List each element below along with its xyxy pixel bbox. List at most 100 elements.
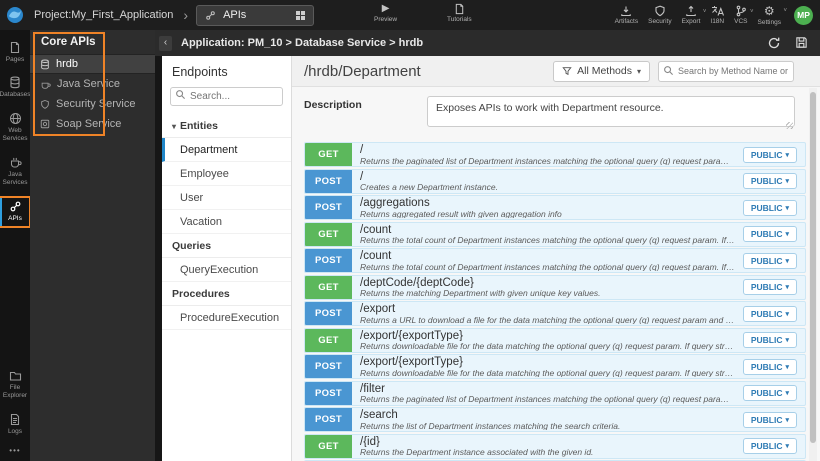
more-button[interactable]: •••	[9, 446, 20, 455]
endpoints-search-input[interactable]	[170, 87, 283, 106]
api-row[interactable]: POST / Creates a new Department instance…	[304, 168, 806, 194]
sidebar-item-logs[interactable]: Logs	[1, 411, 29, 439]
access-dropdown[interactable]: PUBLIC ▾	[742, 305, 797, 322]
vcs-button[interactable]: ˅ VCS	[734, 5, 754, 25]
api-row[interactable]: GET /{id} Returns the Department instanc…	[304, 433, 806, 459]
endpoint-item[interactable]: User	[162, 186, 291, 210]
chevron-down-icon: ˅	[749, 9, 754, 15]
method-badge: POST	[305, 249, 352, 272]
sidebar-item-java-services[interactable]: Java Services	[1, 154, 29, 191]
method-badge: POST	[305, 196, 352, 219]
api-row[interactable]: GET /count Returns the total count of De…	[304, 221, 806, 247]
artifacts-button[interactable]: Artifacts	[615, 5, 638, 25]
endpoint-item[interactable]: Vacation	[162, 210, 291, 234]
section-header[interactable]: ▾ Procedures	[162, 282, 291, 306]
api-icon	[10, 201, 20, 212]
shield-icon	[655, 5, 665, 17]
translate-icon	[711, 6, 724, 16]
shield-icon	[41, 99, 49, 109]
export-button[interactable]: ˅ Export	[682, 5, 706, 25]
security-button[interactable]: Security	[648, 5, 672, 25]
methods-filter-dropdown[interactable]: All Methods ▾	[553, 60, 650, 82]
save-icon[interactable]	[795, 36, 808, 49]
endpoints-section: ▾ Queries QueryExecution	[162, 234, 291, 282]
soap-icon	[40, 119, 50, 129]
play-icon: ▶	[381, 3, 390, 14]
pages-icon	[10, 41, 20, 54]
access-dropdown[interactable]: PUBLIC ▾	[742, 226, 797, 242]
sidebar-item-pages[interactable]: Pages	[1, 39, 29, 67]
api-row[interactable]: POST /export/{exportType} Returns downlo…	[304, 354, 806, 379]
endpoint-item[interactable]: Department	[162, 138, 291, 162]
endpoint-item[interactable]: ProcedureExecution	[162, 306, 291, 330]
method-badge: POST	[305, 302, 352, 325]
access-dropdown[interactable]: PUBLIC ▾	[742, 146, 797, 163]
user-avatar[interactable]: MP	[794, 5, 813, 25]
core-api-item-security-service[interactable]: Security Service	[30, 94, 155, 114]
tab-label: APIs	[223, 9, 247, 21]
access-dropdown[interactable]: PUBLIC ▾	[742, 438, 797, 454]
chevron-down-icon: ▾	[785, 443, 789, 450]
i18n-button[interactable]: I18N	[710, 5, 724, 25]
sidebar-item-web-services[interactable]: Web Services	[1, 110, 29, 147]
access-dropdown[interactable]: PUBLIC ▾	[742, 358, 797, 375]
access-dropdown[interactable]: PUBLIC ▾	[742, 279, 797, 295]
api-description: Creates a new Department instance.	[360, 182, 498, 192]
api-row[interactable]: GET / Returns the paginated list of Depa…	[304, 142, 806, 167]
section-header[interactable]: ▾ Entities	[162, 114, 291, 138]
api-description: Returns downloadable file for the data m…	[360, 341, 735, 351]
endpoint-item[interactable]: QueryExecution	[162, 258, 291, 282]
scrollbar-thumb[interactable]	[810, 92, 816, 443]
grid-icon[interactable]	[296, 10, 306, 20]
access-dropdown[interactable]: PUBLIC ▾	[742, 252, 797, 269]
description-textarea[interactable]: Exposes APIs to work with Department res…	[427, 96, 795, 127]
chevron-down-icon: ▾	[785, 337, 789, 344]
download-icon	[621, 6, 632, 17]
sidebar-item-file-explorer[interactable]: File Explorer	[1, 368, 29, 404]
chevron-down-icon: ▾	[785, 231, 789, 238]
api-row[interactable]: GET /export/{exportType} Returns downloa…	[304, 327, 806, 353]
chevron-down-icon: ▾	[785, 310, 789, 318]
tab-apis[interactable]: APIs	[196, 4, 315, 26]
method-badge: POST	[305, 381, 352, 405]
method-badge: GET	[305, 434, 352, 458]
chevron-down-icon: ▾	[785, 204, 789, 212]
api-description: Returns the paginated list of Department…	[360, 155, 735, 165]
topbar-actions: Artifacts Security ˅ Export I18N ˅ VCS ˅…	[615, 0, 813, 30]
wavemaker-logo-icon	[7, 7, 23, 23]
vertical-scrollbar[interactable]	[809, 88, 817, 461]
api-description: Returns downloadable file for the data m…	[360, 367, 735, 377]
endpoint-item[interactable]: Employee	[162, 162, 291, 186]
method-badge: POST	[305, 408, 352, 431]
access-dropdown[interactable]: PUBLIC ▾	[742, 332, 797, 348]
sidebar-item-apis[interactable]: APIs	[0, 195, 31, 229]
method-badge: POST	[305, 355, 352, 378]
core-api-item-soap-service[interactable]: Soap Service	[30, 114, 155, 134]
access-dropdown[interactable]: PUBLIC ▾	[742, 385, 797, 401]
app-logo[interactable]	[0, 0, 30, 30]
section-header[interactable]: ▾ Queries	[162, 234, 291, 258]
tutorials-button[interactable]: Tutorials	[447, 3, 472, 23]
core-api-item-java-service[interactable]: Java Service	[30, 74, 155, 94]
endpoints-section: ▾ Procedures ProcedureExecution	[162, 282, 291, 330]
api-description: Returns the total count of Department in…	[360, 235, 735, 245]
api-row[interactable]: POST /export Returns a URL to download a…	[304, 301, 806, 326]
access-dropdown[interactable]: PUBLIC ▾	[742, 199, 797, 216]
access-dropdown[interactable]: PUBLIC ▾	[742, 411, 797, 428]
project-name[interactable]: Project:My_First_Application	[34, 9, 173, 21]
core-api-item-hrdb[interactable]: hrdb	[30, 54, 155, 74]
sidebar-item-databases[interactable]: Databases	[0, 74, 31, 102]
api-row[interactable]: GET /deptCode/{deptCode} Returns the mat…	[304, 274, 806, 300]
method-search-input[interactable]	[658, 60, 794, 82]
access-dropdown[interactable]: PUBLIC ▾	[742, 173, 797, 189]
preview-button[interactable]: ▶ Preview	[374, 3, 397, 23]
api-row[interactable]: POST /filter Returns the paginated list …	[304, 380, 806, 406]
api-row[interactable]: POST /count Returns the total count of D…	[304, 248, 806, 273]
collapse-panel-button[interactable]: ‹	[159, 35, 172, 51]
top-bar: Project:My_First_Application › APIs ▶ Pr…	[0, 0, 820, 30]
refresh-icon[interactable]	[767, 36, 781, 50]
resize-handle[interactable]	[786, 122, 793, 129]
api-row[interactable]: POST /search Returns the list of Departm…	[304, 407, 806, 432]
api-row[interactable]: POST /aggregations Returns aggregated re…	[304, 195, 806, 220]
settings-button[interactable]: ˅ ⚙ Settings	[758, 4, 788, 26]
